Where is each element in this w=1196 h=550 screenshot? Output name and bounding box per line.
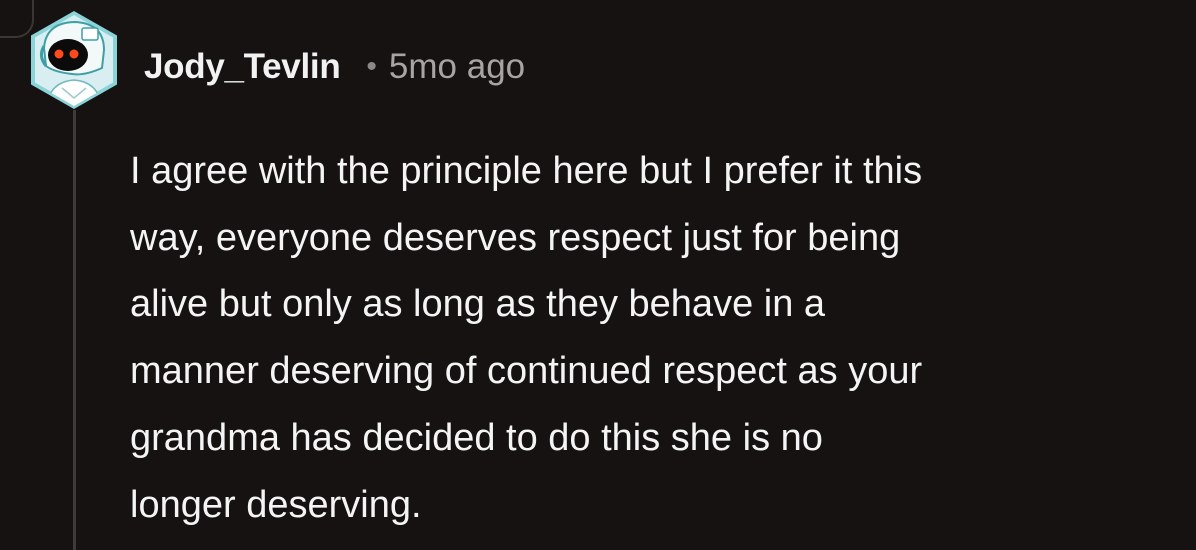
- comment-header: Jody_Tevlin • 5mo ago: [144, 44, 525, 90]
- thread-line[interactable]: [73, 110, 76, 550]
- comment-timestamp[interactable]: 5mo ago: [389, 47, 525, 87]
- avatar[interactable]: [24, 10, 124, 110]
- meta-separator: •: [366, 50, 377, 83]
- author-username[interactable]: Jody_Tevlin: [144, 47, 341, 87]
- comment-body: I agree with the principle here but I pr…: [130, 150, 923, 526]
- robot-avatar-icon: [31, 11, 117, 109]
